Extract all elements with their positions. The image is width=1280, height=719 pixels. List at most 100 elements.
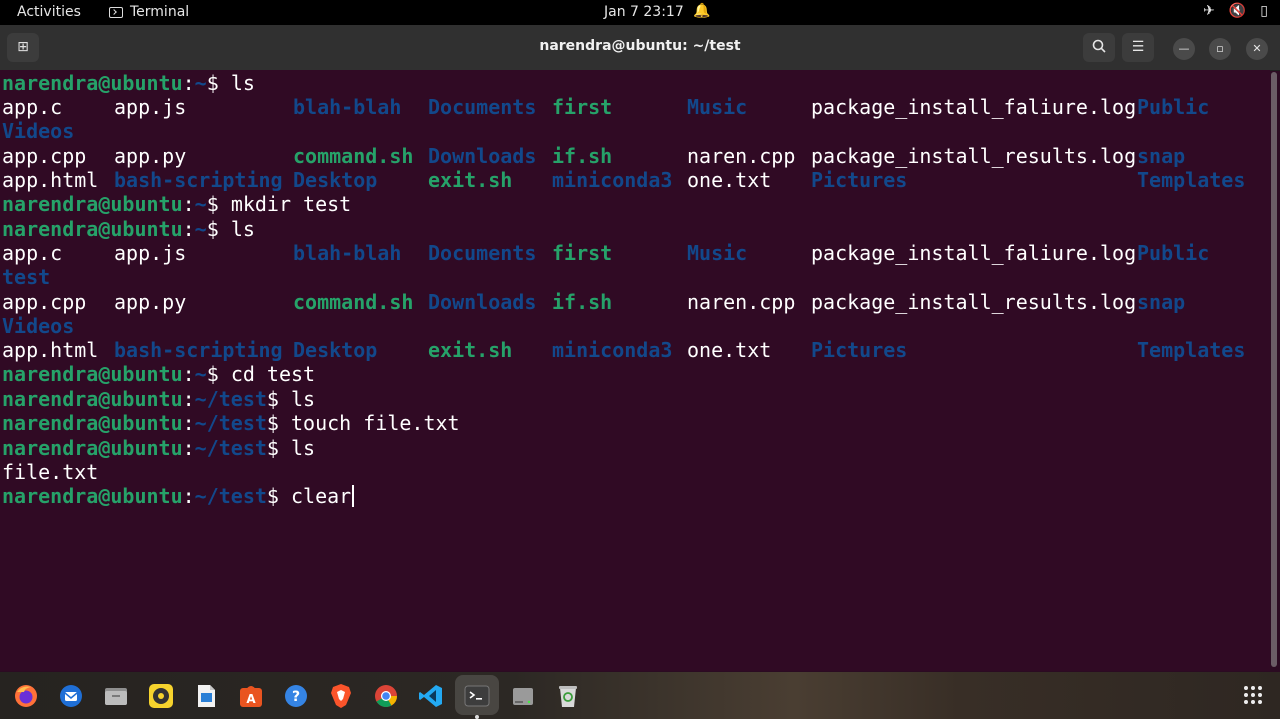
top-bar: Activities Terminal Jan 7 23:17 🔔 ✈ 🔇 ▯ <box>0 0 1280 25</box>
text-cursor <box>352 485 355 507</box>
ls-entry: Videos <box>2 119 75 143</box>
terminal-icon[interactable] <box>464 683 490 709</box>
maximize-icon: ▫ <box>1216 42 1224 55</box>
ls-entry: command.sh <box>293 144 414 168</box>
airplane-mode-icon: ✈ <box>1203 3 1215 19</box>
ls-entry: package_install_faliure.log <box>811 241 1137 265</box>
ls-entry: bash-scripting <box>114 168 283 192</box>
ls-entry: Videos <box>2 314 75 338</box>
ls-entry: miniconda3 <box>552 168 673 192</box>
prompt-line: narendra@ubuntu:~$ ls <box>2 217 255 241</box>
maximize-button[interactable]: ▫ <box>1209 38 1231 60</box>
ls-entry: blah-blah <box>293 241 402 265</box>
running-indicator <box>475 715 479 719</box>
rhythmbox-icon[interactable] <box>148 683 174 709</box>
help-icon[interactable]: ? <box>283 683 309 709</box>
disks-icon[interactable] <box>510 683 536 709</box>
ls-entry: Public <box>1137 241 1210 265</box>
ls-entry: snap <box>1137 290 1186 314</box>
ls-entry: Downloads <box>428 144 537 168</box>
firefox-icon[interactable] <box>13 683 39 709</box>
ls-entry: app.js <box>114 241 187 265</box>
prompt-user: narendra@ubuntu <box>2 362 183 386</box>
close-button[interactable]: ✕ <box>1246 38 1268 60</box>
libreoffice-writer-icon[interactable] <box>193 683 219 709</box>
ls-entry: Pictures <box>811 168 908 192</box>
ls-entry: first <box>552 95 613 119</box>
ls-entry: command.sh <box>293 290 414 314</box>
ls-entry: Pictures <box>811 338 908 362</box>
ls-entry: if.sh <box>552 144 613 168</box>
ls-entry: app.cpp <box>2 144 87 168</box>
ls-entry: app.html <box>2 168 99 192</box>
ls-entry: exit.sh <box>428 338 513 362</box>
ls-entry: app.c <box>2 241 63 265</box>
ls-entry: package_install_faliure.log <box>811 95 1137 119</box>
ls-entry: Downloads <box>428 290 537 314</box>
svg-text:A: A <box>246 692 256 706</box>
show-applications-icon[interactable] <box>1244 686 1262 704</box>
files-icon[interactable] <box>103 683 129 709</box>
ls-entry: Documents <box>428 241 537 265</box>
ls-entry: app.py <box>114 144 187 168</box>
ls-entry: naren.cpp <box>687 144 796 168</box>
app-name: Terminal <box>130 4 190 20</box>
prompt-path: ~ <box>194 362 207 386</box>
prompt-user: narendra@ubuntu <box>2 411 183 435</box>
prompt-line: narendra@ubuntu:~/test$ touch file.txt <box>2 411 460 435</box>
prompt-line: narendra@ubuntu:~$ ls <box>2 71 255 95</box>
prompt-path: ~ <box>194 71 207 95</box>
minimize-icon: — <box>1178 42 1190 55</box>
ls-entry: Desktop <box>293 338 378 362</box>
ls-entry: one.txt <box>687 168 772 192</box>
dock: A ? <box>0 672 1280 719</box>
command: ls <box>291 387 316 411</box>
command: ls <box>230 71 255 95</box>
ls-entry: Music <box>687 95 748 119</box>
ls-entry: app.c <box>2 95 63 119</box>
trash-icon[interactable] <box>555 683 581 709</box>
ls-entry: Music <box>687 241 748 265</box>
command: mkdir test <box>230 192 352 216</box>
prompt-path: ~/test <box>194 436 267 460</box>
ls-entry: file.txt <box>2 460 99 484</box>
activities-button[interactable]: Activities <box>17 4 81 20</box>
ls-entry: exit.sh <box>428 168 513 192</box>
terminal-scrollbar[interactable] <box>1271 72 1277 667</box>
chrome-icon[interactable] <box>373 683 399 709</box>
clock[interactable]: Jan 7 23:17 <box>604 4 684 20</box>
brave-icon[interactable] <box>328 683 354 709</box>
system-status-area[interactable]: ✈ 🔇 ▯ <box>1203 3 1268 19</box>
prompt-path: ~ <box>194 192 207 216</box>
prompt-path: ~/test <box>194 411 267 435</box>
search-button[interactable] <box>1083 33 1115 62</box>
ls-entry: package_install_results.log <box>811 290 1137 314</box>
vscode-icon[interactable] <box>418 683 444 709</box>
prompt-path: ~/test <box>194 387 267 411</box>
volume-muted-icon: 🔇 <box>1228 3 1247 19</box>
ls-entry: one.txt <box>687 338 772 362</box>
command-input[interactable]: clear <box>291 484 351 508</box>
battery-icon: ▯ <box>1260 3 1268 19</box>
prompt-line: narendra@ubuntu:~$ mkdir test <box>2 192 352 216</box>
minimize-button[interactable]: — <box>1173 38 1195 60</box>
menu-button[interactable]: ☰ <box>1122 33 1154 62</box>
terminal-output[interactable]: narendra@ubuntu:~$ ls app.c app.js blah-… <box>0 70 1270 671</box>
ls-entry: Desktop <box>293 168 378 192</box>
ls-entry: app.html <box>2 338 99 362</box>
prompt-line: narendra@ubuntu:~$ cd test <box>2 362 316 386</box>
app-menu[interactable]: Terminal <box>109 4 189 20</box>
thunderbird-icon[interactable] <box>58 683 84 709</box>
ls-entry: miniconda3 <box>552 338 673 362</box>
ls-entry: Public <box>1137 95 1210 119</box>
close-icon: ✕ <box>1252 42 1262 55</box>
prompt-user: narendra@ubuntu <box>2 217 183 241</box>
prompt-path: ~ <box>194 217 207 241</box>
prompt-user: narendra@ubuntu <box>2 436 183 460</box>
software-center-icon[interactable]: A <box>238 683 264 709</box>
terminal-app-icon <box>109 6 123 18</box>
prompt-line: narendra@ubuntu:~/test$ ls <box>2 387 316 411</box>
terminal-header-bar: ⊞ narendra@ubuntu: ~/test ☰ — ▫ ✕ <box>0 25 1280 71</box>
prompt-line-current[interactable]: narendra@ubuntu:~/test$ clear <box>2 484 355 508</box>
ls-entry: naren.cpp <box>687 290 796 314</box>
